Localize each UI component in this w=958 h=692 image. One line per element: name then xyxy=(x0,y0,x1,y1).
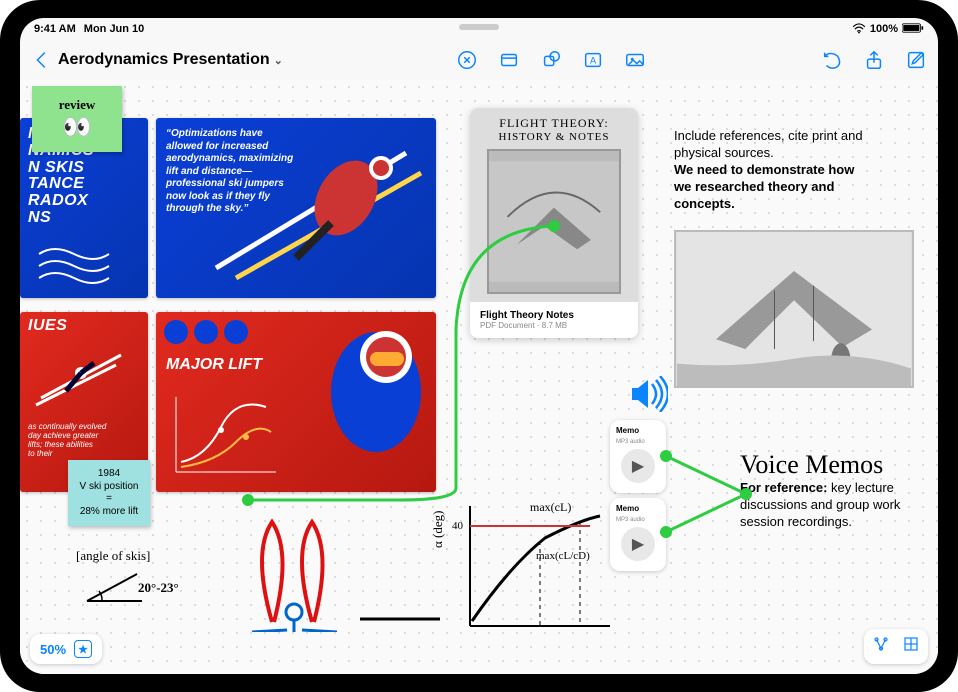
mini-skijumper-icon xyxy=(26,343,136,413)
pen-tool-button[interactable] xyxy=(455,48,479,72)
doc-cover-line2: HISTORY & NOTES xyxy=(499,131,610,143)
memo1-sub: MP3 audio xyxy=(614,439,645,445)
hand-angle-value[interactable]: 20°-23° xyxy=(138,580,179,596)
grid-toggle-button[interactable] xyxy=(902,635,920,658)
graph-ylabel: α (deg) xyxy=(430,511,446,549)
note-refs-l2: We need to demonstrate how we researched… xyxy=(674,162,864,213)
aerodynamic-waves-icon xyxy=(34,244,114,284)
share-button[interactable] xyxy=(862,48,886,72)
sticky-note-button[interactable] xyxy=(497,48,521,72)
hand-graph[interactable] xyxy=(440,496,620,646)
skier-closeup-illustration xyxy=(296,312,436,492)
battery-pct: 100% xyxy=(870,23,898,35)
sticky-lift-l2: V ski position xyxy=(80,481,139,494)
doc-subtitle: PDF Document · 8.7 MB xyxy=(480,321,628,330)
doc-filename: Flight Theory Notes xyxy=(480,310,628,321)
hand-angle-label[interactable]: [angle of skis] xyxy=(76,548,150,564)
status-time: 9:41 AM xyxy=(34,23,76,35)
slide-values-body: as continually evolved day achieve great… xyxy=(20,418,148,462)
screen: 9:41 AM Mon Jun 10 100% Aerodynami xyxy=(20,18,938,674)
memo1-label: Memo xyxy=(614,426,639,435)
navigator-button[interactable] xyxy=(872,635,890,658)
doc-cover-image xyxy=(487,149,621,294)
status-date: Mon Jun 10 xyxy=(84,23,145,35)
sticky-review-label: review xyxy=(59,97,96,113)
note-references[interactable]: Include references, cite print and physi… xyxy=(674,128,864,212)
battery-icon xyxy=(902,22,924,37)
wifi-icon xyxy=(852,22,866,37)
graph-y40: 40 xyxy=(452,520,463,532)
speaker-icon xyxy=(628,376,668,417)
slide-values-title: IUES xyxy=(20,312,148,343)
sticky-lift-fact[interactable]: 1984 V ski position = 28% more lift xyxy=(68,460,150,526)
doc-cover-line1: FLIGHT THEORY: xyxy=(499,116,608,131)
voice-memos-note[interactable]: Voice Memos For reference: key lecture d… xyxy=(740,450,920,531)
eyes-emoji-icon: 👀 xyxy=(62,113,92,142)
graph-max1: max(cL) xyxy=(530,500,571,515)
freeform-canvas[interactable]: NS NAMICS N SKIS TANCE RADOX NS “Optimiz… xyxy=(20,80,938,674)
sticky-lift-l4: 28% more lift xyxy=(80,506,138,519)
back-button[interactable] xyxy=(30,48,54,72)
toolbar: Aerodynamics Presentation ⌄ A xyxy=(20,40,938,80)
play-button[interactable]: ▶ xyxy=(621,449,655,483)
thumbnail-row xyxy=(164,320,248,344)
undo-button[interactable] xyxy=(820,48,844,72)
lift-graph-icon xyxy=(166,392,286,482)
shapes-button[interactable] xyxy=(539,48,563,72)
board-title-text: Aerodynamics Presentation xyxy=(58,51,270,69)
zoom-control[interactable]: 50% ★ xyxy=(30,634,102,664)
photo-early-glider[interactable] xyxy=(674,230,914,388)
memo-card-1[interactable]: Memo MP3 audio ▶ xyxy=(610,420,666,493)
slide-quote-skijumper[interactable]: “Optimizations have allowed for increase… xyxy=(156,118,436,298)
play-button[interactable]: ▶ xyxy=(621,527,655,561)
ski-jumper-illustration xyxy=(156,118,436,298)
voice-memos-title: Voice Memos xyxy=(740,450,920,480)
board-title[interactable]: Aerodynamics Presentation ⌄ xyxy=(58,51,283,69)
sticky-review[interactable]: review 👀 xyxy=(32,86,122,152)
slide-major-lift[interactable]: MAJOR LIFT xyxy=(156,312,436,492)
view-controls xyxy=(864,629,928,664)
compose-button[interactable] xyxy=(904,48,928,72)
doodle-line xyxy=(360,610,440,628)
chevron-down-icon: ⌄ xyxy=(274,54,283,67)
svg-text:A: A xyxy=(590,56,597,66)
graph-max2: max(cL/cD) xyxy=(536,550,590,562)
favorite-toggle[interactable]: ★ xyxy=(74,640,92,658)
ipad-frame: 9:41 AM Mon Jun 10 100% Aerodynami xyxy=(0,0,958,692)
document-flight-theory[interactable]: FLIGHT THEORY: HISTORY & NOTES Flight Th… xyxy=(470,108,638,338)
zoom-percent: 50% xyxy=(40,642,66,657)
text-box-button[interactable]: A xyxy=(581,48,605,72)
sticky-lift-l3: = xyxy=(106,493,112,506)
media-button[interactable] xyxy=(623,48,647,72)
note-refs-l1: Include references, cite print and physi… xyxy=(674,128,863,160)
doodle-ski-bunny xyxy=(242,512,352,632)
voice-memos-bold: For reference: xyxy=(740,480,827,495)
home-indicator-pill xyxy=(459,24,499,30)
sticky-lift-l1: 1984 xyxy=(98,468,120,481)
